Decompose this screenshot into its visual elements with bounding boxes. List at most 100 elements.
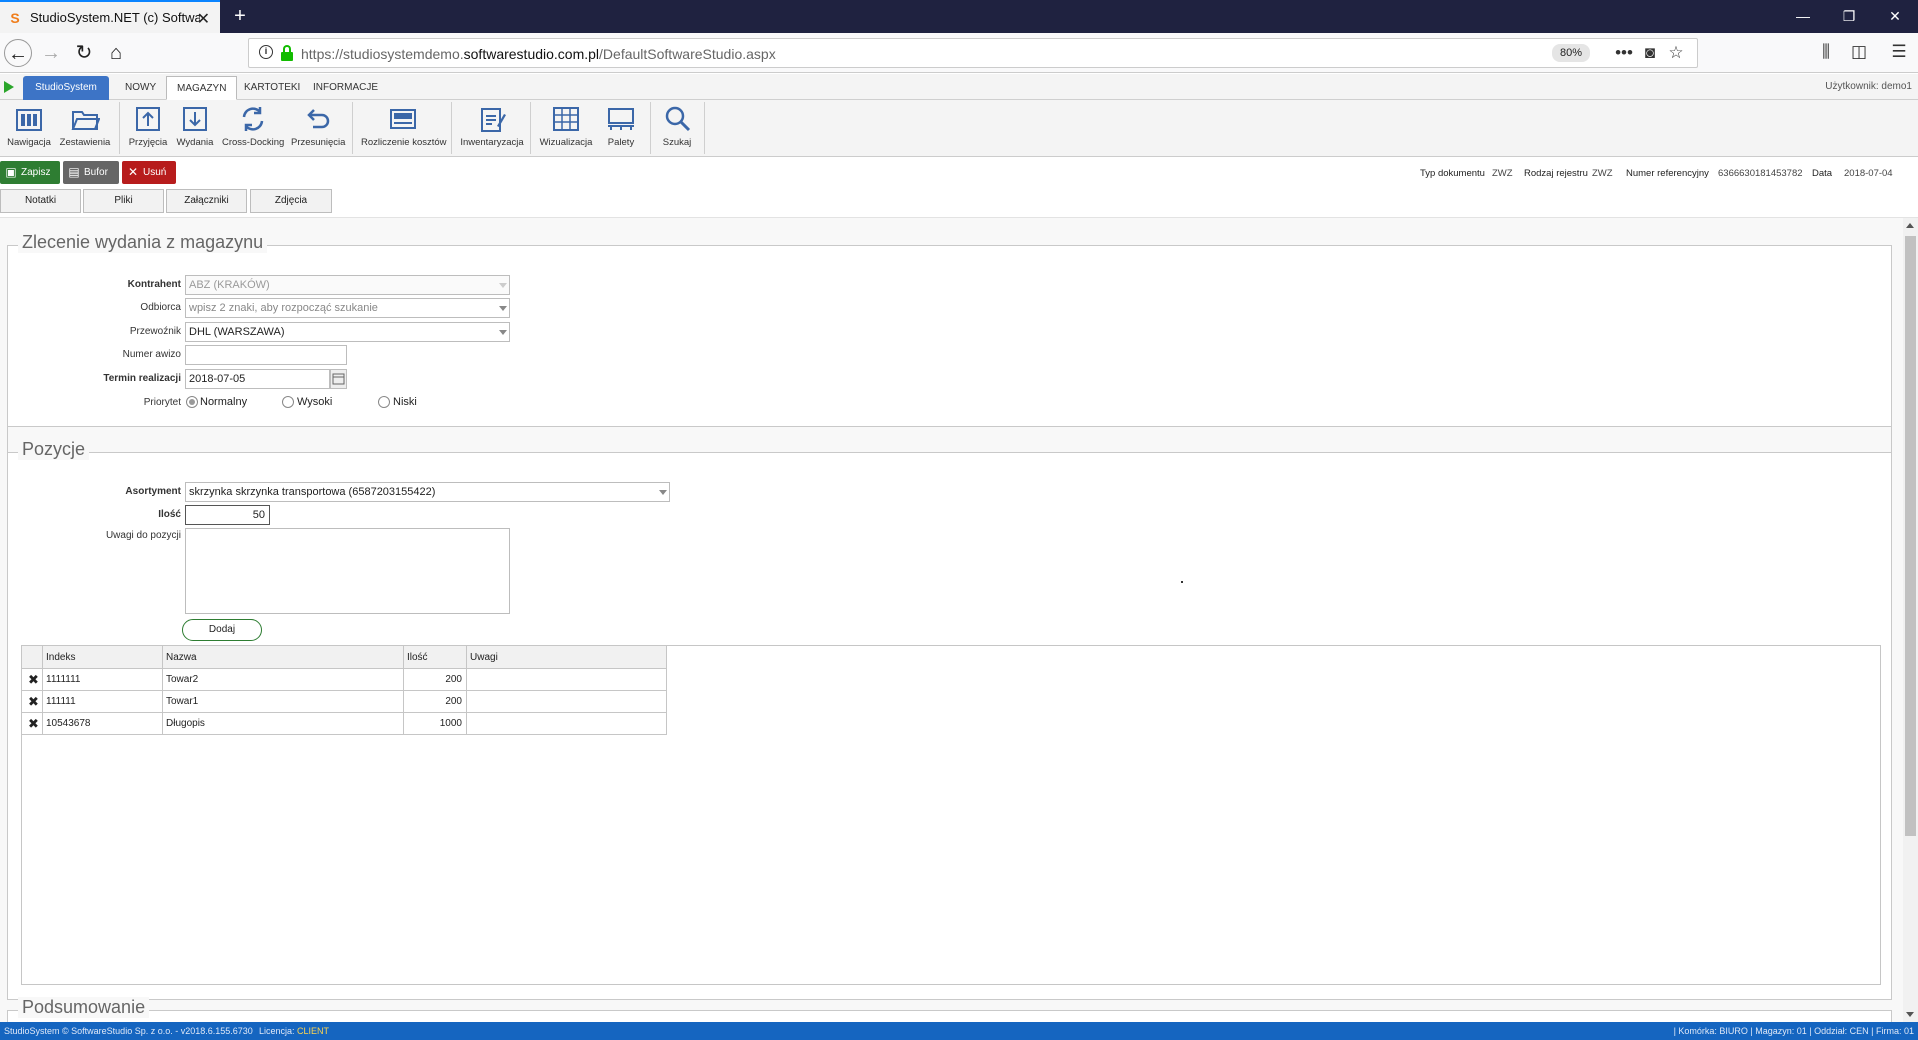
termin-date-input[interactable]: 2018-07-05	[185, 369, 330, 389]
tab-zalaczniki[interactable]: Załączniki	[166, 189, 247, 213]
pocket-icon[interactable]: ◙	[1639, 43, 1661, 63]
date-label: Data	[1812, 168, 1833, 179]
scroll-down-icon[interactable]	[1906, 1012, 1914, 1017]
ribbon-przyjecia-button[interactable]: Przyjęcia	[128, 104, 168, 154]
ribbon-przesuniecia-button[interactable]: Przesunięcia	[291, 104, 345, 154]
calendar-button[interactable]	[330, 369, 347, 389]
table-row[interactable]: ✖ 10543678 Długopis 1000	[21, 712, 667, 735]
back-button[interactable]: ←	[4, 39, 32, 67]
cell-nazwa: Towar2	[162, 668, 404, 691]
reference-number-value: 6366630181453782	[1718, 168, 1803, 179]
ribbon-label: Przesunięcia	[291, 137, 346, 148]
bookmark-star-icon[interactable]: ☆	[1665, 43, 1687, 63]
url-text: https://studiosystemdemo.softwarestudio.…	[301, 46, 776, 62]
cell-ilosc: 1000	[403, 712, 467, 735]
register-type-label: Rodzaj rejestru	[1524, 168, 1588, 179]
menu-tab-studiosystem[interactable]: StudioSystem	[23, 76, 109, 100]
table-row[interactable]: ✖ 1111111 Towar2 200	[21, 668, 667, 691]
cell-nazwa: Towar1	[162, 690, 404, 713]
kontrahent-select[interactable]: ABZ (KRAKÓW)	[185, 275, 510, 295]
delete-row-icon[interactable]: ✖	[21, 712, 43, 735]
cell-indeks: 1111111	[42, 668, 163, 691]
hamburger-menu-icon[interactable]: ☰	[1888, 42, 1910, 62]
forward-button[interactable]: →	[37, 39, 65, 67]
sidebar-icon[interactable]: ◫	[1848, 42, 1870, 62]
add-position-button[interactable]: Dodaj	[182, 619, 262, 641]
minimize-window-button[interactable]: —	[1780, 0, 1826, 33]
ilosc-input[interactable]: 50	[185, 505, 270, 525]
ribbon-label: Inwentaryzacja	[460, 137, 524, 148]
awizo-label: Numer awizo	[122, 349, 181, 360]
column-header-delete	[21, 645, 43, 669]
ribbon-label: Wydania	[176, 137, 214, 148]
release-download-icon	[183, 107, 207, 131]
chevron-down-icon	[499, 283, 507, 288]
chevron-down-icon	[499, 330, 507, 335]
awizo-input[interactable]	[185, 345, 347, 365]
home-button[interactable]: ⌂	[102, 39, 130, 67]
play-icon[interactable]	[4, 81, 14, 93]
ribbon-label: Szukaj	[662, 137, 692, 148]
zoom-level-badge[interactable]: 80%	[1552, 44, 1590, 62]
page-actions-icon[interactable]: •••	[1613, 43, 1635, 63]
navigation-icon	[16, 109, 42, 131]
close-window-button[interactable]: ✕	[1872, 0, 1918, 33]
priority-wysoki-radio[interactable]	[282, 396, 294, 408]
menu-tab-kartoteki[interactable]: KARTOTEKI	[234, 76, 310, 100]
ribbon-rozliczenie-kosztow-button[interactable]: Rozliczenie kosztów	[361, 104, 447, 154]
priority-niski-radio[interactable]	[378, 396, 390, 408]
przewoznik-select[interactable]: DHL (WARSZAWA)	[185, 322, 510, 342]
menu-tab-informacje[interactable]: INFORMACJE	[303, 76, 388, 100]
ribbon-label: Rozliczenie kosztów	[361, 137, 447, 148]
odbiorca-combobox[interactable]: wpisz 2 znaki, aby rozpocząć szukanie	[185, 298, 510, 318]
ribbon-wydania-button[interactable]: Wydania	[173, 104, 217, 154]
app-menu-bar: StudioSystem NOWY MAGAZYN KARTOTEKI INFO…	[0, 74, 1918, 100]
ribbon-label: Wizualizacja	[539, 137, 593, 148]
uwagi-textarea[interactable]	[185, 528, 510, 614]
ribbon-inwentaryzacja-button[interactable]: Inwentaryzacja	[460, 104, 524, 154]
ribbon-crossdocking-button[interactable]: Cross-Docking	[222, 104, 284, 154]
reload-button[interactable]: ↻	[70, 39, 98, 67]
table-row[interactable]: ✖ 111111 Towar1 200	[21, 690, 667, 713]
tab-pliki[interactable]: Pliki	[83, 189, 164, 213]
column-header-uwagi[interactable]: Uwagi	[466, 645, 667, 669]
scroll-up-icon[interactable]	[1906, 223, 1914, 228]
current-user-label: Użytkownik: demo1	[1825, 81, 1912, 92]
site-info-icon[interactable]: i	[259, 45, 273, 59]
copyright-text: StudioSystem © SoftwareStudio Sp. z o.o.…	[4, 1026, 253, 1036]
delete-row-icon[interactable]: ✖	[21, 668, 43, 691]
ribbon-nawigacja-button[interactable]: Nawigacja	[6, 104, 52, 154]
ribbon-zestawienia-button[interactable]: Zestawienia	[59, 104, 111, 154]
delete-button[interactable]: ✕ Usuń	[122, 161, 176, 184]
column-header-nazwa[interactable]: Nazwa	[162, 645, 404, 669]
vertical-scrollbar[interactable]	[1903, 218, 1918, 1022]
column-header-indeks[interactable]: Indeks	[42, 645, 163, 669]
receipt-upload-icon	[136, 107, 160, 131]
priority-normalny-radio[interactable]	[186, 396, 198, 408]
close-tab-icon[interactable]: ✕	[197, 9, 210, 29]
delete-row-icon[interactable]: ✖	[21, 690, 43, 713]
priorytet-label: Priorytet	[143, 397, 181, 408]
summary-legend: Podsumowanie	[18, 997, 150, 1018]
ribbon-szukaj-button[interactable]: Szukaj	[658, 104, 696, 154]
asortyment-combobox[interactable]: skrzynka skrzynka transportowa (65872031…	[185, 482, 670, 502]
order-legend: Zlecenie wydania z magazynu	[18, 232, 268, 253]
restore-window-button[interactable]: ❐	[1826, 0, 1872, 33]
menu-tab-magazyn[interactable]: MAGAZYN	[166, 76, 238, 100]
tab-notatki[interactable]: Notatki	[0, 189, 81, 213]
menu-tab-nowy[interactable]: NOWY	[115, 76, 166, 100]
cell-uwagi	[466, 712, 667, 735]
buffer-button[interactable]: ▤ Bufor	[63, 161, 119, 184]
studiosystem-favicon-icon: S	[10, 9, 20, 26]
column-header-ilosc[interactable]: Ilość	[403, 645, 467, 669]
save-button[interactable]: ▣ Zapisz	[0, 161, 60, 184]
scrollbar-thumb[interactable]	[1905, 236, 1916, 836]
library-icon[interactable]: ⫼	[1815, 42, 1837, 62]
url-bar[interactable]: i https://studiosystemdemo.softwarestudi…	[248, 38, 1698, 68]
browser-tab[interactable]: S StudioSystem.NET (c) Software ✕	[0, 0, 220, 33]
tab-zdjecia[interactable]: Zdjęcia	[250, 189, 332, 213]
ribbon-palety-button[interactable]: Palety	[600, 104, 642, 154]
ribbon-wizualizacja-button[interactable]: Wizualizacja	[538, 104, 594, 154]
new-tab-button[interactable]: +	[228, 4, 252, 28]
browser-navbar: ← → ↻ ⌂ i https://studiosystemdemo.softw…	[0, 33, 1918, 73]
